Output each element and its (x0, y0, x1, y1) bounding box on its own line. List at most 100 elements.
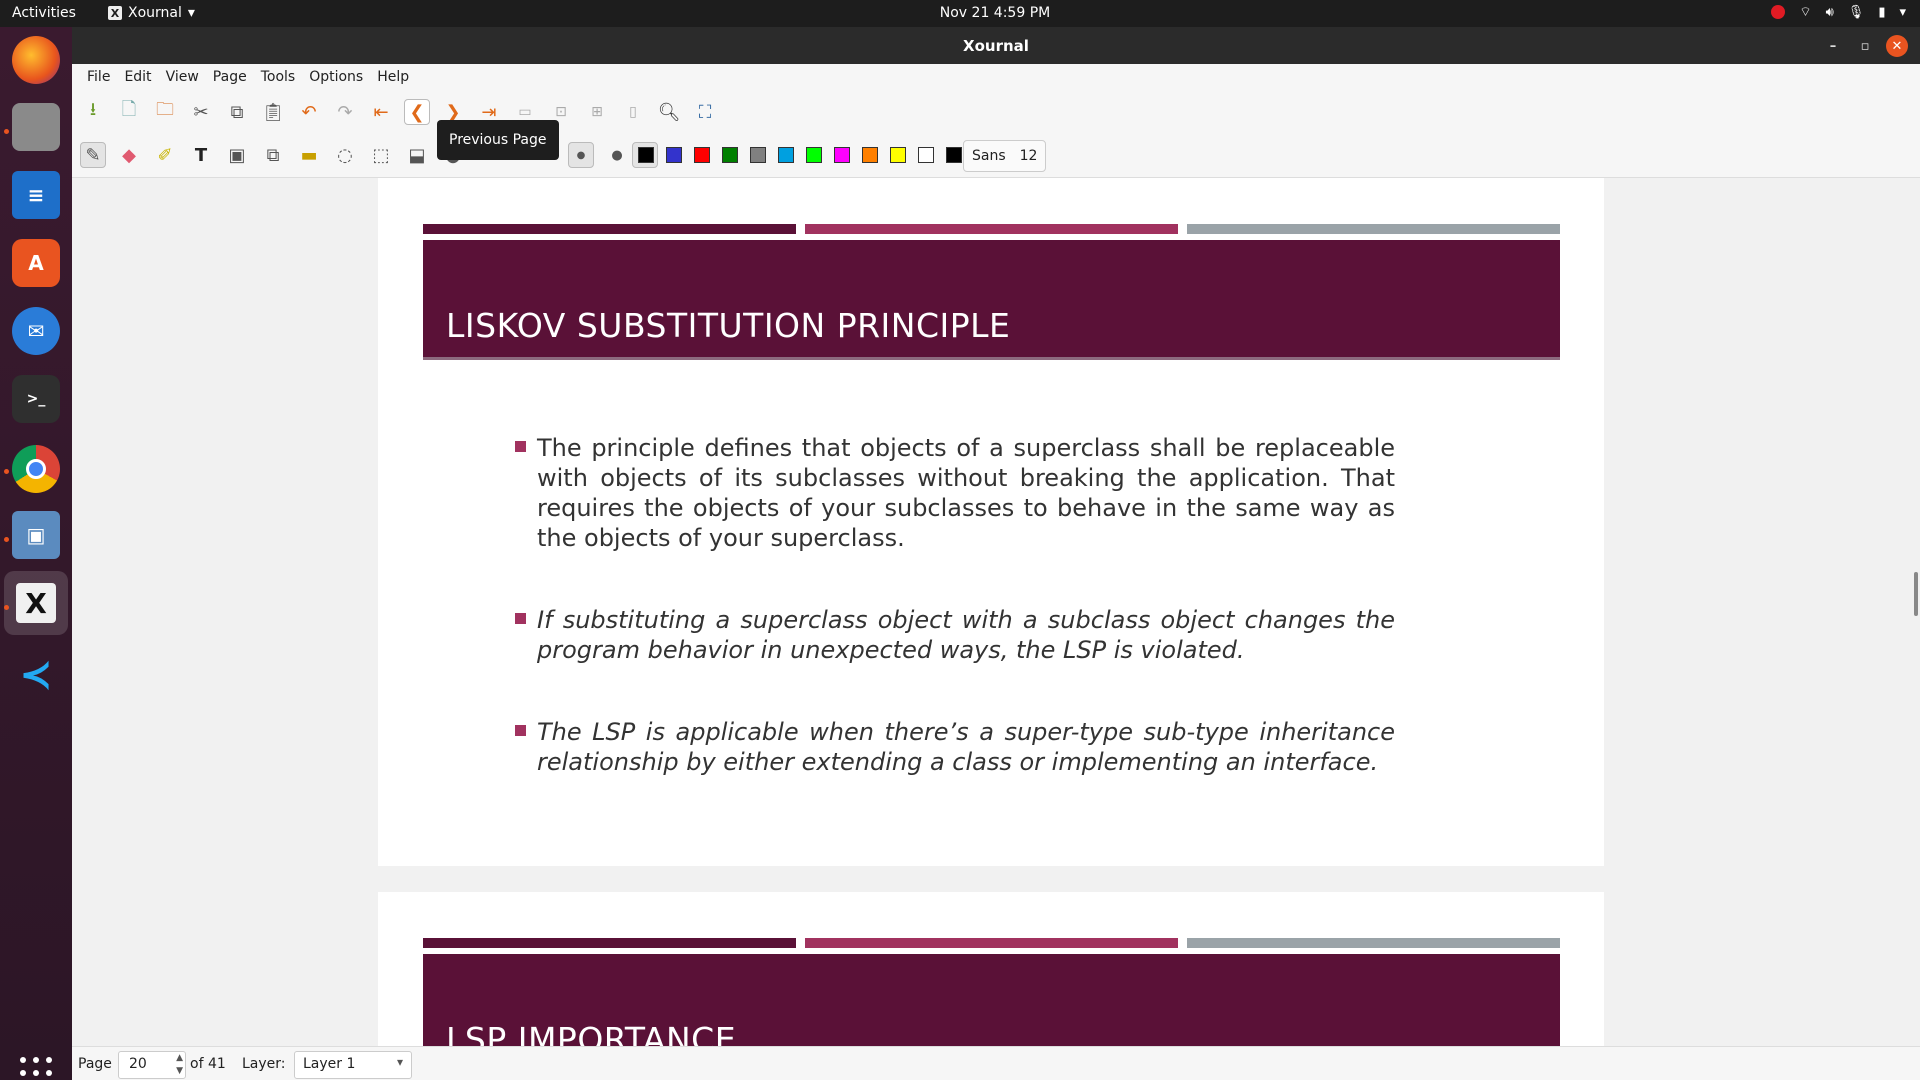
paste-icon[interactable]: 📋︎ (260, 99, 286, 125)
bullet-item: The principle defines that objects of a … (515, 433, 1395, 553)
writer-icon[interactable]: ≡ (12, 171, 60, 219)
system-tray[interactable]: ⌔ 🔊︎ 🎙︎ ▮ ▾ (1771, 4, 1906, 20)
vertical-scrollbar[interactable] (1914, 572, 1918, 616)
pen-icon[interactable]: ✎ (80, 142, 106, 168)
record-icon[interactable] (1771, 5, 1786, 19)
color-swatch-blue[interactable] (666, 147, 682, 163)
color-swatch-white[interactable] (918, 147, 934, 163)
image-tool-icon[interactable]: ▣ (224, 142, 250, 168)
page-width-icon[interactable]: ▯ (620, 99, 646, 125)
medium-pen-icon[interactable]: ● (604, 142, 630, 168)
menu-help[interactable]: Help (377, 69, 409, 85)
drawing-toolbar: ✎ ◆ ✐ T ▣ ⧉ ▬ ◌ ⬚ ⬓ ● ● ● Sans 12 (72, 132, 1920, 178)
microphone-icon: 🎙︎ (1847, 4, 1865, 20)
header-stripes (423, 224, 1560, 234)
cut-icon[interactable]: ✂ (188, 99, 214, 125)
battery-icon: ▮ (1878, 4, 1886, 20)
text-tool-icon[interactable]: T (188, 142, 214, 168)
terminal-icon[interactable]: >_ (12, 375, 60, 423)
first-page-icon[interactable]: ⇤ (368, 99, 394, 125)
color-swatch-light-green[interactable] (806, 147, 822, 163)
fullscreen-icon[interactable]: ⛶ (692, 99, 718, 125)
running-indicator (4, 129, 9, 134)
close-icon[interactable]: ✕ (1886, 35, 1908, 57)
font-size: 12 (1019, 148, 1038, 164)
color-swatch-magenta[interactable] (834, 147, 850, 163)
firefox-icon[interactable] (12, 36, 60, 84)
layer-value: Layer 1 (303, 1056, 356, 1072)
stripe-2 (805, 224, 1178, 234)
search-icon[interactable]: 🔍︎ (656, 99, 682, 125)
menu-tools[interactable]: Tools (261, 69, 296, 85)
menu-edit[interactable]: Edit (124, 69, 151, 85)
save-icon[interactable]: ⭳ (80, 99, 106, 125)
menu-view[interactable]: View (166, 69, 199, 85)
bullet-item: The LSP is applicable when there’s a sup… (515, 717, 1395, 777)
color-swatch-yellow[interactable] (890, 147, 906, 163)
tooltip: Previous Page (437, 120, 559, 160)
previous-page-icon[interactable]: ❮ (404, 99, 430, 125)
chevron-down-icon: ▾ (396, 1055, 403, 1069)
document-canvas[interactable]: LISKOV SUBSTITUTION PRINCIPLE The princi… (72, 178, 1920, 1046)
xournal-dock-icon[interactable]: X (4, 571, 68, 635)
window-titlebar[interactable]: Xournal – ▫ ✕ (72, 27, 1920, 64)
header-stripes (423, 938, 1560, 948)
color-swatch-black-2[interactable] (946, 147, 962, 163)
chevron-down-icon: ▾ (1899, 4, 1906, 20)
page-20[interactable]: LISKOV SUBSTITUTION PRINCIPLE The princi… (378, 178, 1604, 866)
slide-title-banner: LISKOV SUBSTITUTION PRINCIPLE (423, 240, 1560, 360)
rect-select-icon[interactable]: ⬚ (368, 142, 394, 168)
copy-icon[interactable]: ⧉ (224, 99, 250, 125)
maximize-icon[interactable]: ▫ (1854, 35, 1876, 57)
shape-recognizer-icon[interactable]: ⧉ (260, 142, 286, 168)
slide-title: LSP IMPORTANCE (446, 1020, 737, 1046)
bullet-item: If substituting a superclass object with… (515, 605, 1395, 665)
software-center-icon[interactable]: A (12, 239, 60, 287)
stripe-1 (423, 938, 796, 948)
screen-recorder-icon[interactable]: ▣ (12, 511, 60, 559)
eraser-icon[interactable]: ◆ (116, 142, 142, 168)
stripe-3 (1187, 938, 1560, 948)
menu-page[interactable]: Page (213, 69, 247, 85)
menu-bar: File Edit View Page Tools Options Help (72, 64, 1920, 90)
thin-pen-icon[interactable]: ● (568, 142, 594, 168)
ruler-icon[interactable]: ▬ (296, 142, 322, 168)
highlighter-icon[interactable]: ✐ (152, 142, 178, 168)
undo-icon[interactable]: ↶ (296, 99, 322, 125)
menu-options[interactable]: Options (309, 69, 363, 85)
redo-icon[interactable]: ↷ (332, 99, 358, 125)
color-swatch-green[interactable] (722, 147, 738, 163)
window-title: Xournal (963, 37, 1029, 55)
color-swatch-red[interactable] (694, 147, 710, 163)
chrome-icon[interactable] (12, 445, 60, 493)
minimize-icon[interactable]: – (1822, 35, 1844, 57)
color-swatch-gray[interactable] (750, 147, 766, 163)
clock[interactable]: Nov 21 4:59 PM (0, 5, 1920, 21)
running-indicator (4, 605, 9, 610)
page-21[interactable]: LSP IMPORTANCE (378, 892, 1604, 1046)
color-swatch-light-blue[interactable] (778, 147, 794, 163)
page-number-value: 20 (129, 1056, 147, 1072)
new-document-icon[interactable]: 🗋︎ (116, 99, 142, 125)
color-swatch-orange[interactable] (862, 147, 878, 163)
zoom-100-icon[interactable]: ⊞ (584, 99, 610, 125)
thunderbird-icon[interactable]: ✉ (12, 307, 60, 355)
font-button[interactable]: Sans 12 (963, 140, 1047, 172)
spin-arrows-icon[interactable]: ▲ ▼ (176, 1052, 183, 1078)
show-applications-icon[interactable] (20, 1057, 52, 1080)
files-icon[interactable] (12, 103, 60, 151)
bullet-list: The principle defines that objects of a … (515, 433, 1395, 777)
slide-title-banner: LSP IMPORTANCE (423, 954, 1560, 1046)
open-folder-icon[interactable]: 🗀︎ (152, 99, 178, 125)
font-name: Sans (972, 148, 1006, 164)
layer-select[interactable]: Layer 1 ▾ (294, 1051, 412, 1079)
vertical-space-icon[interactable]: ⬓ (404, 142, 430, 168)
running-indicator (4, 469, 9, 474)
menu-file[interactable]: File (87, 69, 110, 85)
vscode-icon[interactable]: ≺ (12, 651, 60, 699)
slide-title: LISKOV SUBSTITUTION PRINCIPLE (446, 306, 1011, 345)
status-bar: Page 20 ▲ ▼ of 41 Layer: Layer 1 ▾ (72, 1046, 1920, 1080)
lasso-select-icon[interactable]: ◌ (332, 142, 358, 168)
color-swatch-black[interactable] (638, 147, 654, 163)
page-number-input[interactable]: 20 ▲ ▼ (118, 1051, 186, 1079)
